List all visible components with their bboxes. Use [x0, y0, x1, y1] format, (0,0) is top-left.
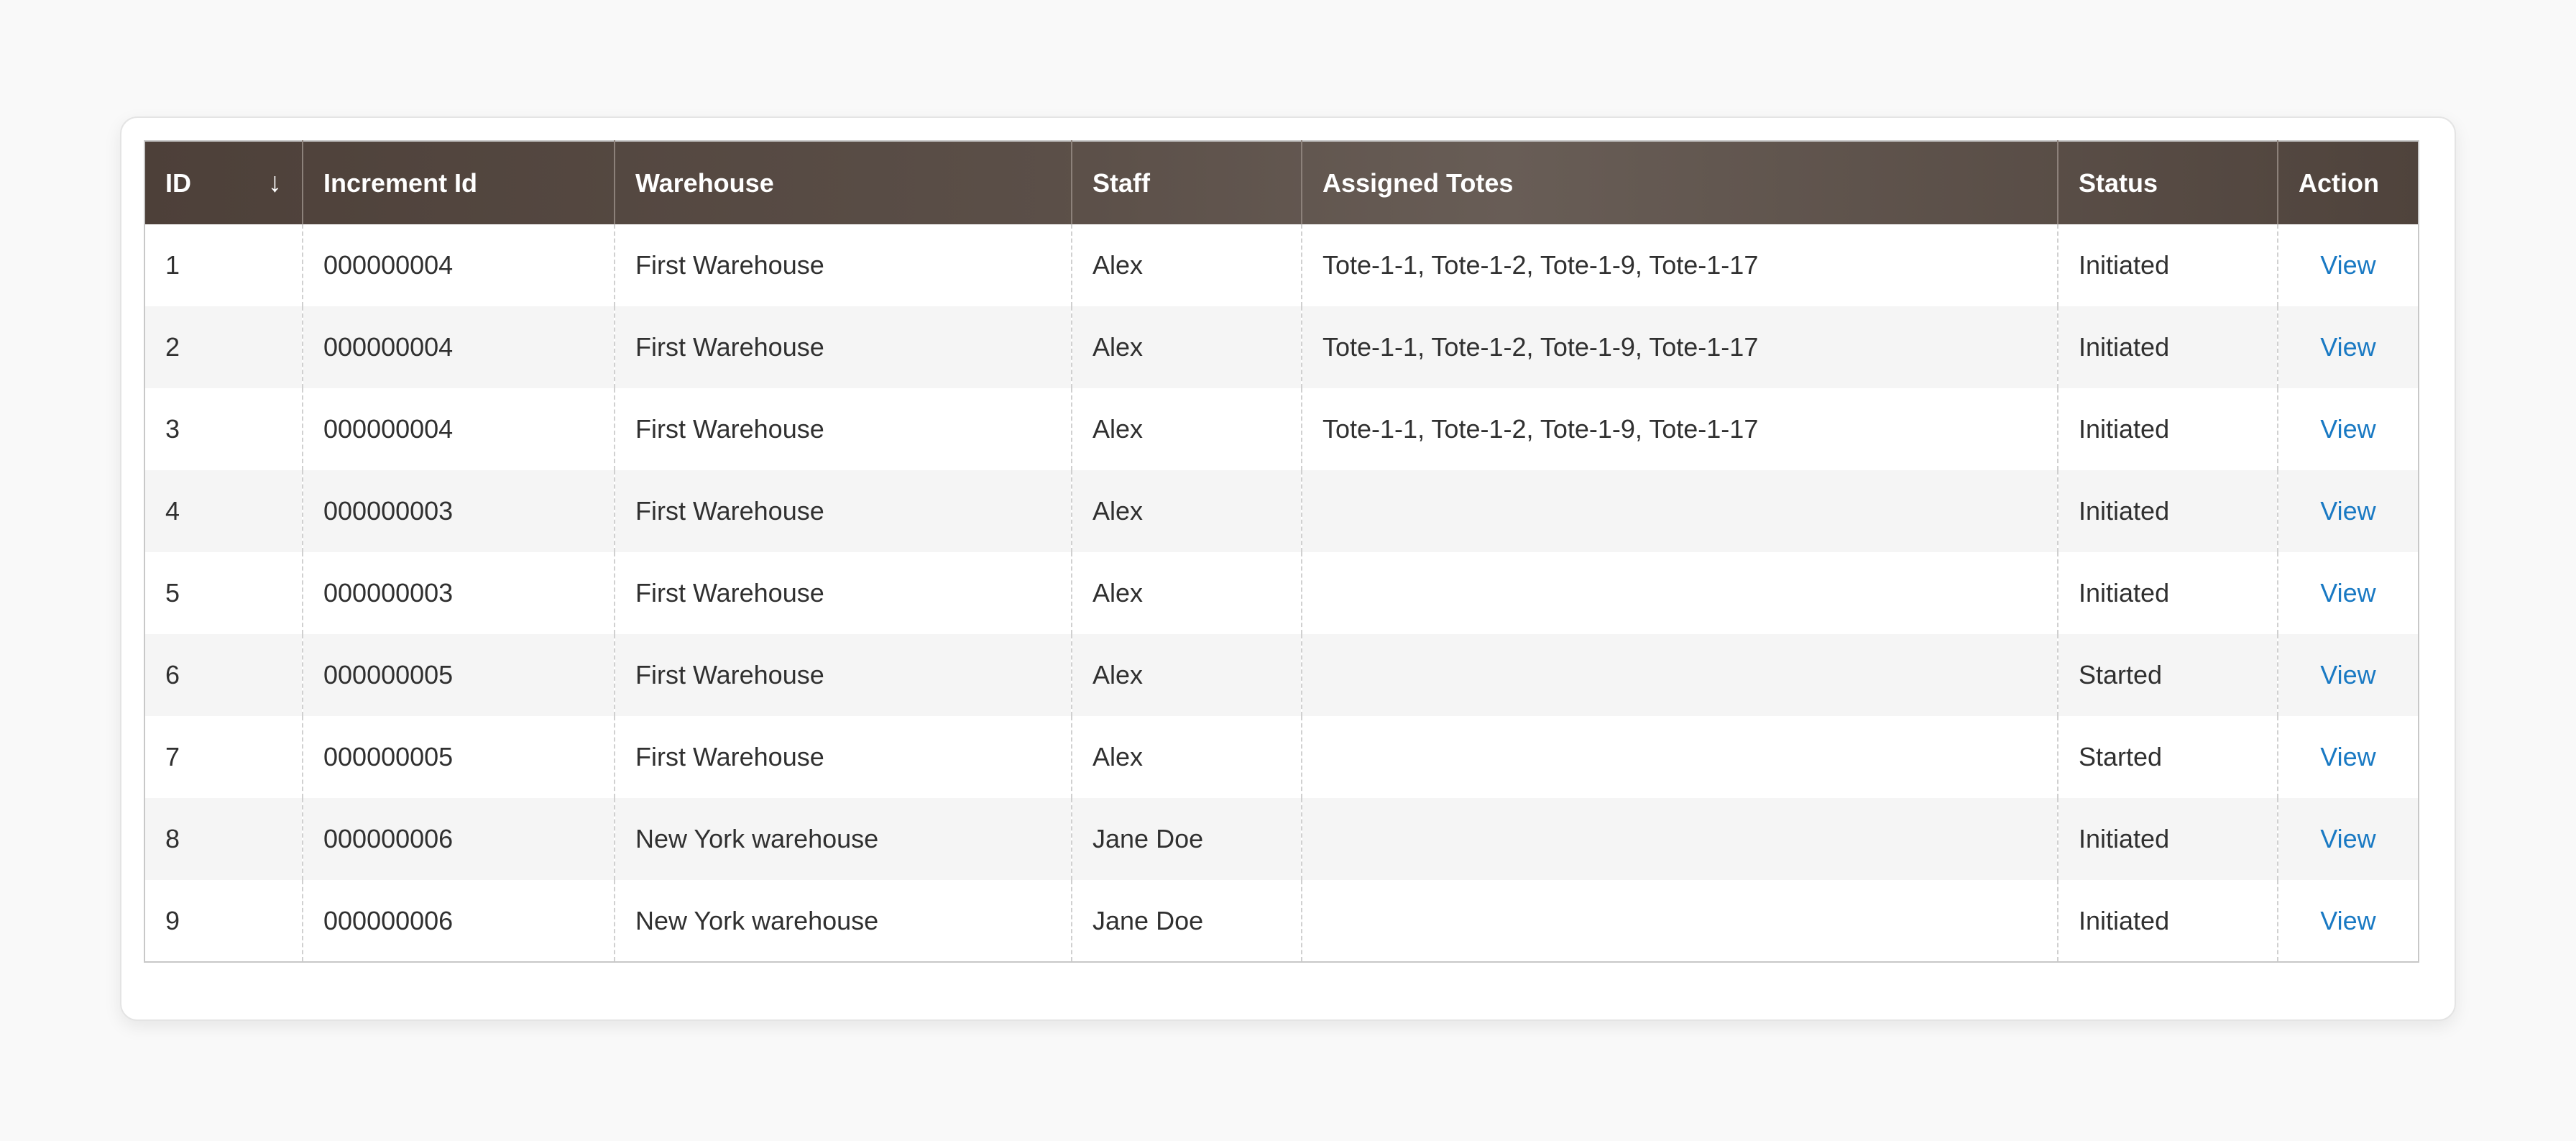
cell-action: View [2278, 224, 2419, 306]
cell-assigned-totes [1302, 716, 2058, 798]
table-row: 4 000000003 First Warehouse Alex Initiat… [144, 470, 2419, 552]
cell-increment-id: 000000004 [303, 306, 615, 388]
cell-increment-id: 000000005 [303, 634, 615, 716]
view-link[interactable]: View [2320, 660, 2375, 689]
cell-action: View [2278, 716, 2419, 798]
cell-status: Initiated [2058, 224, 2278, 306]
cell-action: View [2278, 634, 2419, 716]
cell-id: 1 [144, 224, 303, 306]
cell-assigned-totes: Tote-1-1, Tote-1-2, Tote-1-9, Tote-1-17 [1302, 306, 2058, 388]
cell-staff: Alex [1072, 470, 1302, 552]
cell-status: Started [2058, 634, 2278, 716]
cell-staff: Alex [1072, 388, 1302, 470]
cell-status: Initiated [2058, 470, 2278, 552]
cell-assigned-totes [1302, 634, 2058, 716]
table-row: 2 000000004 First Warehouse Alex Tote-1-… [144, 306, 2419, 388]
cell-action: View [2278, 798, 2419, 880]
cell-action: View [2278, 306, 2419, 388]
cell-action: View [2278, 470, 2419, 552]
cell-staff: Alex [1072, 306, 1302, 388]
table-row: 5 000000003 First Warehouse Alex Initiat… [144, 552, 2419, 634]
column-header-assigned-totes[interactable]: Assigned Totes [1302, 141, 2058, 224]
column-header-action: Action [2299, 168, 2379, 198]
view-link[interactable]: View [2320, 414, 2375, 444]
cell-increment-id: 000000005 [303, 716, 615, 798]
cell-staff: Alex [1072, 552, 1302, 634]
table-row: 8 000000006 New York warehouse Jane Doe … [144, 798, 2419, 880]
cell-staff: Jane Doe [1072, 798, 1302, 880]
cell-action: View [2278, 388, 2419, 470]
column-header-increment-id[interactable]: Increment Id [303, 141, 615, 224]
cell-status: Initiated [2058, 552, 2278, 634]
view-link[interactable]: View [2320, 496, 2375, 526]
cell-status: Initiated [2058, 306, 2278, 388]
column-header-status[interactable]: Status [2058, 141, 2278, 224]
cell-id: 2 [144, 306, 303, 388]
cell-warehouse: First Warehouse [615, 224, 1072, 306]
cell-assigned-totes [1302, 552, 2058, 634]
cell-id: 4 [144, 470, 303, 552]
cell-increment-id: 000000006 [303, 798, 615, 880]
cell-id: 3 [144, 388, 303, 470]
cell-status: Initiated [2058, 798, 2278, 880]
cell-id: 9 [144, 880, 303, 962]
view-link[interactable]: View [2320, 906, 2375, 935]
table-row: 3 000000004 First Warehouse Alex Tote-1-… [144, 388, 2419, 470]
grid-card: ID ↓ Increment Id Warehouse Staff Assign… [120, 116, 2456, 1021]
table-row: 6 000000005 First Warehouse Alex Started… [144, 634, 2419, 716]
table-row: 7 000000005 First Warehouse Alex Started… [144, 716, 2419, 798]
cell-warehouse: First Warehouse [615, 634, 1072, 716]
column-header-id[interactable]: ID ↓ [144, 141, 303, 224]
cell-assigned-totes: Tote-1-1, Tote-1-2, Tote-1-9, Tote-1-17 [1302, 224, 2058, 306]
grid-header-row: ID ↓ Increment Id Warehouse Staff Assign… [144, 141, 2419, 224]
cell-staff: Alex [1072, 224, 1302, 306]
cell-assigned-totes [1302, 798, 2058, 880]
cell-increment-id: 000000003 [303, 552, 615, 634]
cell-warehouse: First Warehouse [615, 306, 1072, 388]
cell-staff: Alex [1072, 716, 1302, 798]
cell-warehouse: First Warehouse [615, 470, 1072, 552]
cell-warehouse: First Warehouse [615, 388, 1072, 470]
column-header-warehouse[interactable]: Warehouse [615, 141, 1072, 224]
column-header-staff[interactable]: Staff [1072, 141, 1302, 224]
view-link[interactable]: View [2320, 742, 2375, 771]
cell-id: 5 [144, 552, 303, 634]
cell-action: View [2278, 880, 2419, 962]
cell-id: 7 [144, 716, 303, 798]
cell-assigned-totes: Tote-1-1, Tote-1-2, Tote-1-9, Tote-1-17 [1302, 388, 2058, 470]
cell-increment-id: 000000004 [303, 388, 615, 470]
cell-assigned-totes [1302, 470, 2058, 552]
sort-descending-icon: ↓ [268, 168, 282, 198]
view-link[interactable]: View [2320, 250, 2375, 280]
column-header-id-label: ID [165, 168, 191, 198]
cell-action: View [2278, 552, 2419, 634]
view-link[interactable]: View [2320, 824, 2375, 853]
cell-increment-id: 000000004 [303, 224, 615, 306]
view-link[interactable]: View [2320, 578, 2375, 608]
table-row: 9 000000006 New York warehouse Jane Doe … [144, 880, 2419, 962]
cell-status: Started [2058, 716, 2278, 798]
table-row: 1 000000004 First Warehouse Alex Tote-1-… [144, 224, 2419, 306]
view-link[interactable]: View [2320, 332, 2375, 362]
cell-assigned-totes [1302, 880, 2058, 962]
cell-warehouse: First Warehouse [615, 552, 1072, 634]
cell-id: 6 [144, 634, 303, 716]
picking-list-grid: ID ↓ Increment Id Warehouse Staff Assign… [144, 140, 2419, 963]
cell-increment-id: 000000006 [303, 880, 615, 962]
cell-staff: Alex [1072, 634, 1302, 716]
cell-status: Initiated [2058, 388, 2278, 470]
cell-staff: Jane Doe [1072, 880, 1302, 962]
cell-warehouse: New York warehouse [615, 798, 1072, 880]
cell-warehouse: First Warehouse [615, 716, 1072, 798]
cell-status: Initiated [2058, 880, 2278, 962]
cell-id: 8 [144, 798, 303, 880]
cell-increment-id: 000000003 [303, 470, 615, 552]
cell-warehouse: New York warehouse [615, 880, 1072, 962]
